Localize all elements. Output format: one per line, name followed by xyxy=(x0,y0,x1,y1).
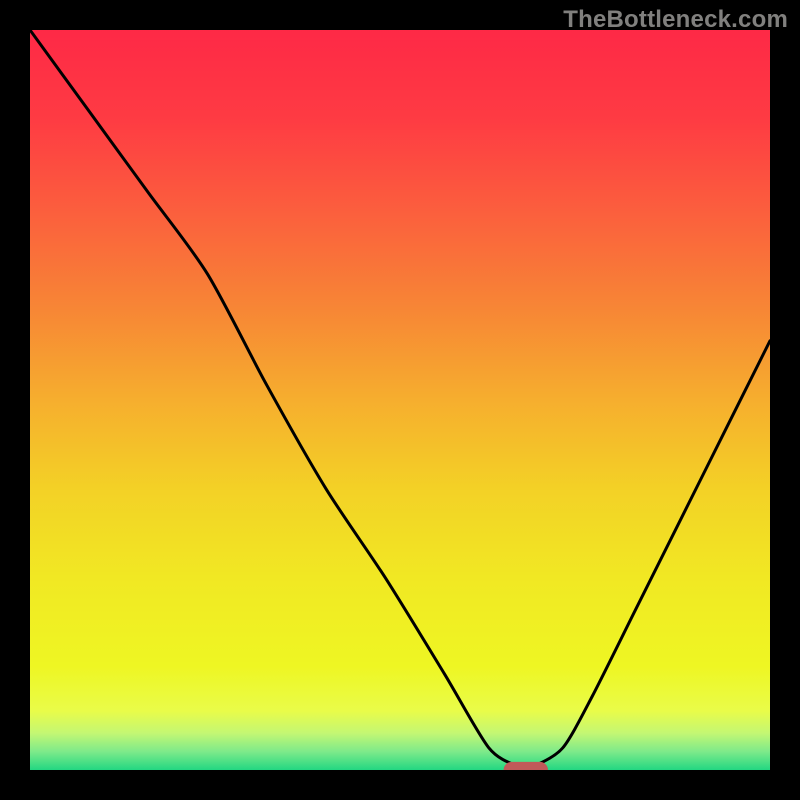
watermark-text: TheBottleneck.com xyxy=(563,6,788,34)
plot-background xyxy=(30,30,770,770)
chart-frame: { "watermark": "TheBottleneck.com", "cha… xyxy=(0,0,800,800)
optimal-marker xyxy=(504,762,548,778)
bottleneck-chart xyxy=(0,0,800,800)
